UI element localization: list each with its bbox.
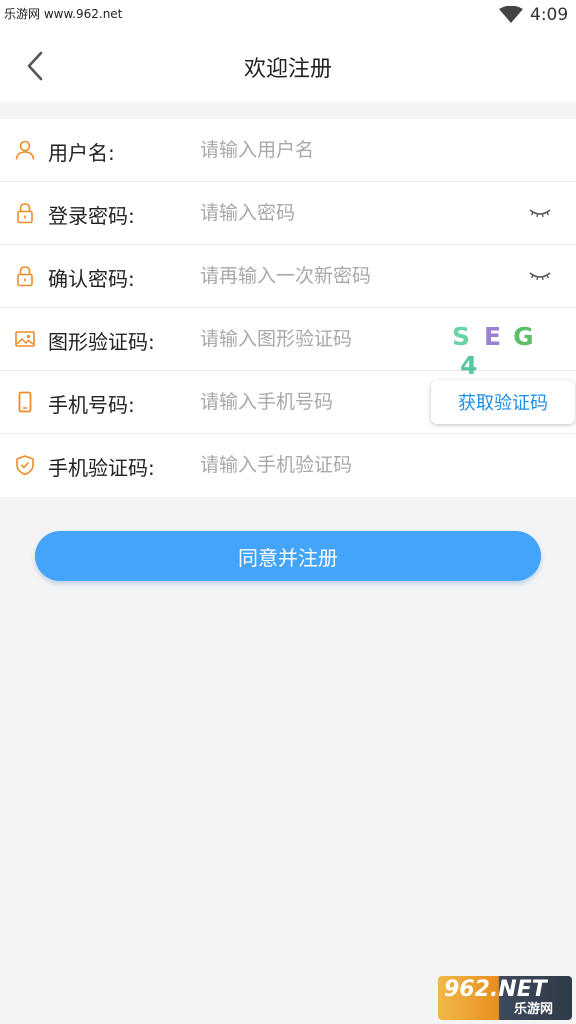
confirm-password-input[interactable]: [200, 261, 420, 291]
image-captcha-input[interactable]: [200, 324, 420, 354]
status-bar: 乐游网 www.962.net 4:09: [0, 0, 576, 35]
username-input[interactable]: [200, 135, 420, 165]
phone-row: 手机号码: 获取验证码: [0, 371, 576, 434]
page-title: 欢迎注册: [243, 57, 332, 82]
phone-input[interactable]: [200, 387, 420, 417]
sms-code-row: 手机验证码:: [0, 434, 576, 497]
image-captcha-label: 图形验证码:: [48, 330, 155, 354]
captcha-char: E: [484, 322, 502, 351]
lock-icon: [17, 266, 33, 287]
confirm-password-row: 确认密码:: [0, 245, 576, 308]
password-label: 登录密码:: [48, 204, 135, 228]
phone-icon: [18, 391, 32, 413]
eye-closed-icon[interactable]: [528, 204, 552, 222]
username-label: 用户名:: [48, 141, 115, 165]
status-time: 4:09: [530, 5, 569, 25]
sms-code-input[interactable]: [200, 450, 420, 480]
captcha-char: S: [452, 322, 471, 351]
agree-register-button[interactable]: 同意并注册: [35, 531, 541, 581]
password-input[interactable]: [200, 198, 420, 228]
watermark-logo-small: 乐游网: [514, 1002, 554, 1017]
register-form: 用户名: 登录密码: 确认密码:: [0, 119, 576, 497]
phone-label: 手机号码:: [48, 393, 135, 417]
sms-code-label: 手机验证码:: [48, 456, 155, 480]
get-code-button[interactable]: 获取验证码: [431, 380, 575, 424]
wifi-icon: [499, 6, 523, 23]
captcha-image[interactable]: S E G4: [452, 322, 556, 380]
confirm-password-label: 确认密码:: [48, 267, 135, 291]
user-icon: [15, 140, 35, 160]
password-row: 登录密码:: [0, 182, 576, 245]
eye-closed-icon[interactable]: [528, 267, 552, 285]
nav-bar: 欢迎注册: [0, 30, 576, 102]
shield-check-icon: [16, 455, 34, 476]
username-row: 用户名:: [0, 119, 576, 182]
image-icon: [15, 331, 35, 347]
captcha-char: G: [513, 322, 534, 351]
watermark-logo: 962.NET 乐游网: [438, 976, 572, 1020]
image-captcha-row: 图形验证码: SEG4: [0, 308, 576, 380]
lock-icon: [17, 203, 33, 224]
